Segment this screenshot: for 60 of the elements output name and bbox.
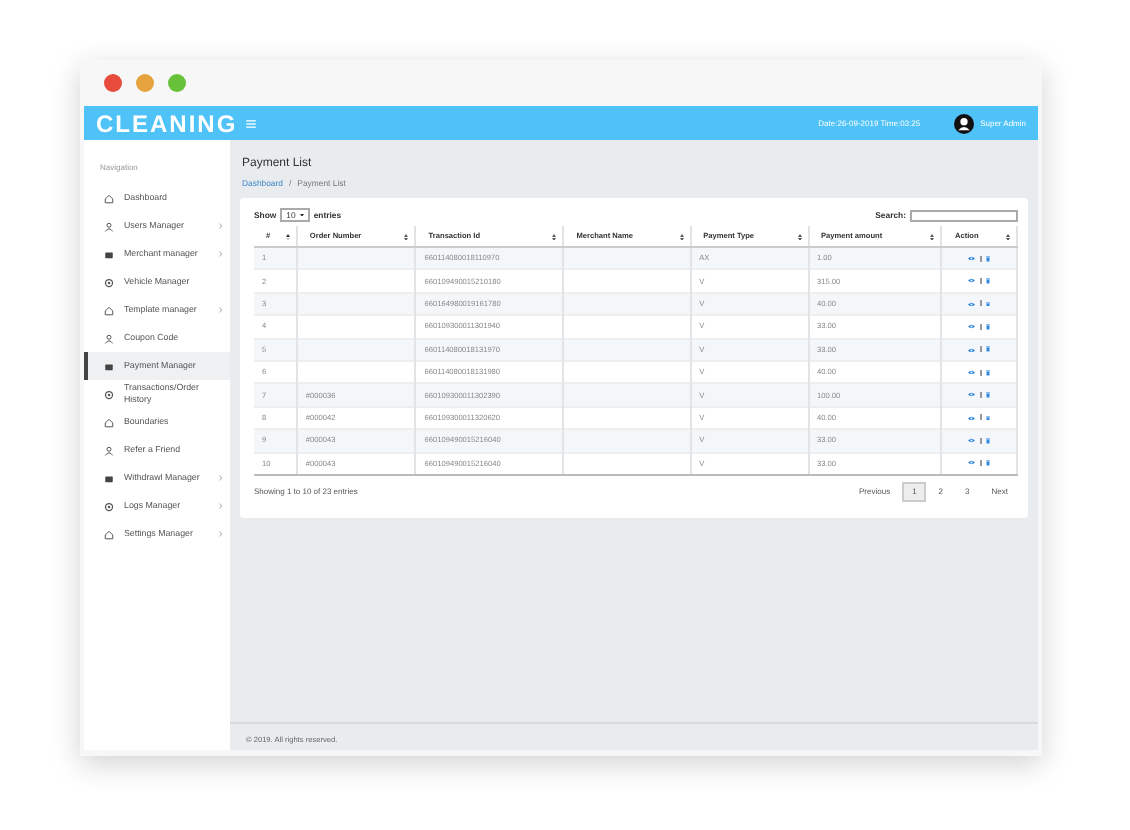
- maximize-icon[interactable]: [168, 74, 186, 92]
- delete-icon[interactable]: [986, 415, 991, 421]
- view-icon[interactable]: [968, 301, 976, 307]
- table-cell: [563, 247, 691, 270]
- delete-icon[interactable]: [986, 369, 991, 376]
- chevron-icon: [217, 222, 222, 230]
- table-cell: [563, 429, 691, 453]
- chevron-icon: [217, 250, 222, 258]
- menu-item-icon: [104, 473, 114, 483]
- table-cell: [296, 292, 416, 316]
- delete-icon[interactable]: [986, 460, 991, 467]
- delete-icon[interactable]: [986, 278, 991, 284]
- sort-icon: [552, 233, 557, 240]
- menu-item-icon: [104, 193, 114, 203]
- sort-icon: [285, 233, 290, 240]
- menu-item-icon: [104, 249, 114, 259]
- view-icon[interactable]: [968, 415, 976, 421]
- view-icon[interactable]: [968, 460, 976, 466]
- view-icon[interactable]: [968, 324, 976, 330]
- delete-icon[interactable]: [986, 392, 991, 398]
- menu-item-icon: [104, 277, 114, 287]
- close-icon[interactable]: [104, 74, 122, 92]
- delete-icon[interactable]: [986, 346, 991, 353]
- user-avatar-icon[interactable]: [954, 113, 975, 133]
- caret-icon: [299, 213, 304, 217]
- sort-icon: [679, 233, 684, 240]
- chevron-icon: [217, 306, 222, 314]
- table-cell: [563, 338, 691, 361]
- menu-item-icon: [104, 417, 114, 427]
- table-cell: [296, 247, 416, 270]
- chevron-icon: [217, 474, 222, 482]
- chevron-icon: [217, 502, 222, 510]
- view-icon[interactable]: [968, 369, 976, 375]
- search-field[interactable]: [910, 209, 1018, 221]
- menu-item-icon: [104, 333, 114, 343]
- delete-icon[interactable]: [986, 301, 991, 307]
- view-icon[interactable]: [968, 392, 976, 398]
- sort-icon: [930, 233, 935, 240]
- menu-item-icon: [104, 221, 114, 231]
- menu-item-icon: [104, 529, 114, 539]
- table-cell: [563, 452, 691, 475]
- delete-icon[interactable]: [986, 255, 991, 262]
- menu-item-icon: [104, 361, 114, 371]
- chevron-icon: [217, 530, 222, 538]
- menu-item-icon: [104, 389, 114, 399]
- view-icon[interactable]: [968, 278, 976, 284]
- table-cell: [296, 338, 416, 361]
- delete-icon[interactable]: [986, 323, 991, 330]
- menu-item-icon: [104, 445, 114, 455]
- view-icon[interactable]: [968, 438, 976, 444]
- delete-icon[interactable]: [986, 437, 991, 444]
- table-cell: [563, 292, 691, 316]
- sort-icon: [404, 233, 409, 240]
- logo: CLEANING: [96, 109, 238, 137]
- table-cell: [563, 383, 691, 407]
- menu-item-icon: [104, 501, 114, 511]
- minimize-icon[interactable]: [136, 74, 154, 92]
- view-icon[interactable]: [968, 347, 976, 352]
- menu-item-icon: [104, 305, 114, 315]
- view-icon[interactable]: [968, 255, 976, 261]
